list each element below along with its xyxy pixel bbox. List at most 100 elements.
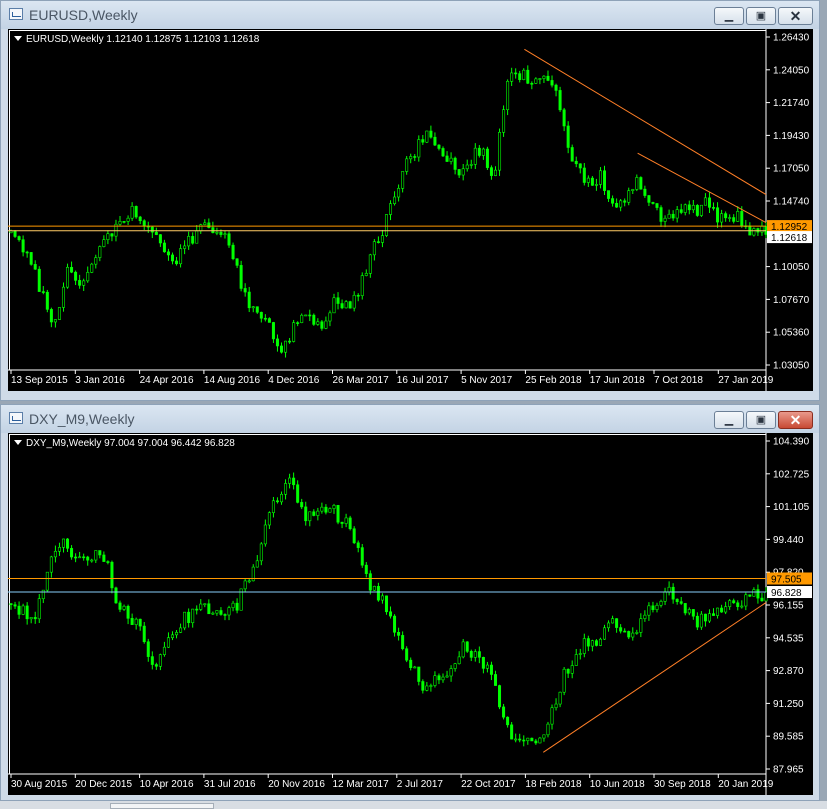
- candle-body: [570, 665, 574, 674]
- candle-body: [590, 640, 594, 647]
- eurusd-price-chart[interactable]: 1.26430 1.24050 1.21740 1.19430 1.17050 1.147…: [8, 29, 813, 391]
- candle-body: [526, 69, 530, 84]
- candle-body: [611, 618, 615, 624]
- dxy-title-bar[interactable]: DXY_M9,Weekly ▁ ▣ ✕: [1, 405, 819, 433]
- candle-body: [635, 632, 639, 634]
- candle-body: [170, 634, 174, 639]
- trend-line[interactable]: [524, 48, 767, 195]
- candle-body: [417, 666, 421, 682]
- candle-body: [25, 251, 29, 254]
- candle-body: [623, 200, 627, 203]
- taskbar-tab[interactable]: [110, 803, 214, 809]
- candle-body: [409, 156, 413, 160]
- candle-body: [441, 676, 445, 681]
- candle-body: [421, 681, 425, 691]
- candle-body: [703, 613, 707, 622]
- candle-body: [158, 654, 162, 667]
- candle-body: [223, 233, 227, 236]
- candle-body: [304, 314, 308, 317]
- candle-body: [271, 322, 275, 340]
- y-tick-label: 89.585: [773, 732, 804, 743]
- candle-body: [752, 228, 756, 236]
- candle-body: [356, 542, 360, 548]
- candle-body: [720, 607, 724, 613]
- candle-body: [21, 605, 25, 615]
- candle-body: [695, 205, 699, 216]
- candle-body: [86, 556, 90, 561]
- candle-body: [340, 521, 344, 524]
- candle-body: [748, 594, 752, 597]
- dxy-window[interactable]: DXY_M9,Weekly ▁ ▣ ✕ 104.390 102.725 101.10…: [0, 404, 820, 801]
- candle-body: [247, 291, 251, 309]
- x-tick-label: 2 Jul 2017: [397, 779, 444, 790]
- candle-body: [316, 510, 320, 516]
- y-tick-label: 91.250: [773, 699, 804, 710]
- candle-body: [94, 257, 98, 265]
- candle-body: [546, 723, 550, 736]
- candle-body: [280, 345, 284, 353]
- candle-body: [623, 630, 627, 633]
- x-tick-label: 10 Apr 2016: [140, 779, 194, 790]
- candle-body: [142, 625, 146, 643]
- candle-body: [336, 297, 340, 304]
- legend-dropdown-icon[interactable]: [14, 36, 22, 41]
- candle-body: [522, 69, 526, 80]
- candle-body: [376, 586, 380, 601]
- candle-body: [510, 72, 514, 82]
- candle-body: [340, 303, 344, 309]
- candle-body: [554, 84, 558, 91]
- candle-body: [728, 217, 732, 219]
- candle-body: [699, 204, 703, 216]
- legend-dropdown-icon[interactable]: [14, 440, 22, 445]
- x-tick-label: 10 Jun 2018: [590, 779, 645, 790]
- candle-body: [687, 609, 691, 614]
- candle-body: [175, 260, 179, 265]
- y-tick-label: 92.870: [773, 666, 804, 677]
- candle-body: [243, 288, 247, 293]
- candle-body: [215, 610, 219, 614]
- minimize-button[interactable]: ▁: [714, 411, 744, 429]
- candle-body: [538, 78, 542, 80]
- restore-button[interactable]: ▣: [746, 411, 776, 429]
- eurusd-window[interactable]: EURUSD,Weekly ▁ ▣ ✕ 1.26430 1.24050 1.2174…: [0, 0, 820, 401]
- candle-body: [61, 286, 65, 308]
- candle-body: [368, 254, 372, 274]
- x-tick-label: 20 Jan 2019: [718, 779, 773, 790]
- candle-body: [397, 188, 401, 198]
- candle-body: [594, 640, 598, 646]
- candle-body: [707, 197, 711, 208]
- candle-body: [320, 506, 324, 512]
- candle-body: [372, 241, 376, 256]
- candle-body: [376, 241, 380, 243]
- candle-body: [667, 586, 671, 593]
- trend-line[interactable]: [542, 602, 767, 753]
- y-tick-label: 1.24050: [773, 65, 810, 76]
- candle-body: [598, 170, 602, 185]
- close-button[interactable]: ✕: [778, 7, 813, 25]
- candle-body: [518, 73, 522, 80]
- candle-body: [324, 320, 328, 329]
- dxy-price-chart[interactable]: 104.390102.725101.10599.44097.82096.1559…: [8, 433, 813, 795]
- candle-body: [465, 164, 469, 170]
- candle-body: [102, 239, 106, 247]
- candle-body: [405, 158, 409, 172]
- eurusd-title-bar[interactable]: EURUSD,Weekly ▁ ▣ ✕: [1, 1, 819, 29]
- restore-button[interactable]: ▣: [746, 7, 776, 25]
- candle-body: [280, 493, 284, 503]
- candle-body: [251, 306, 255, 309]
- close-button[interactable]: ✕: [778, 411, 813, 429]
- candle-body: [449, 157, 453, 162]
- candle-body: [498, 685, 502, 708]
- x-tick-label: 4 Dec 2016: [268, 375, 320, 386]
- eurusd-chart-area[interactable]: 1.26430 1.24050 1.21740 1.19430 1.17050 1.147…: [8, 29, 813, 391]
- candle-body: [134, 618, 138, 625]
- candle-body: [433, 136, 437, 146]
- dxy-chart-area[interactable]: 104.390102.725101.10599.44097.82096.1559…: [8, 433, 813, 795]
- minimize-button[interactable]: ▁: [714, 7, 744, 25]
- candle-body: [300, 502, 304, 508]
- x-tick-label: 16 Jul 2017: [397, 375, 449, 386]
- candle-body: [78, 280, 82, 286]
- candle-body: [82, 556, 86, 559]
- candle-body: [655, 604, 659, 610]
- candle-body: [429, 685, 433, 687]
